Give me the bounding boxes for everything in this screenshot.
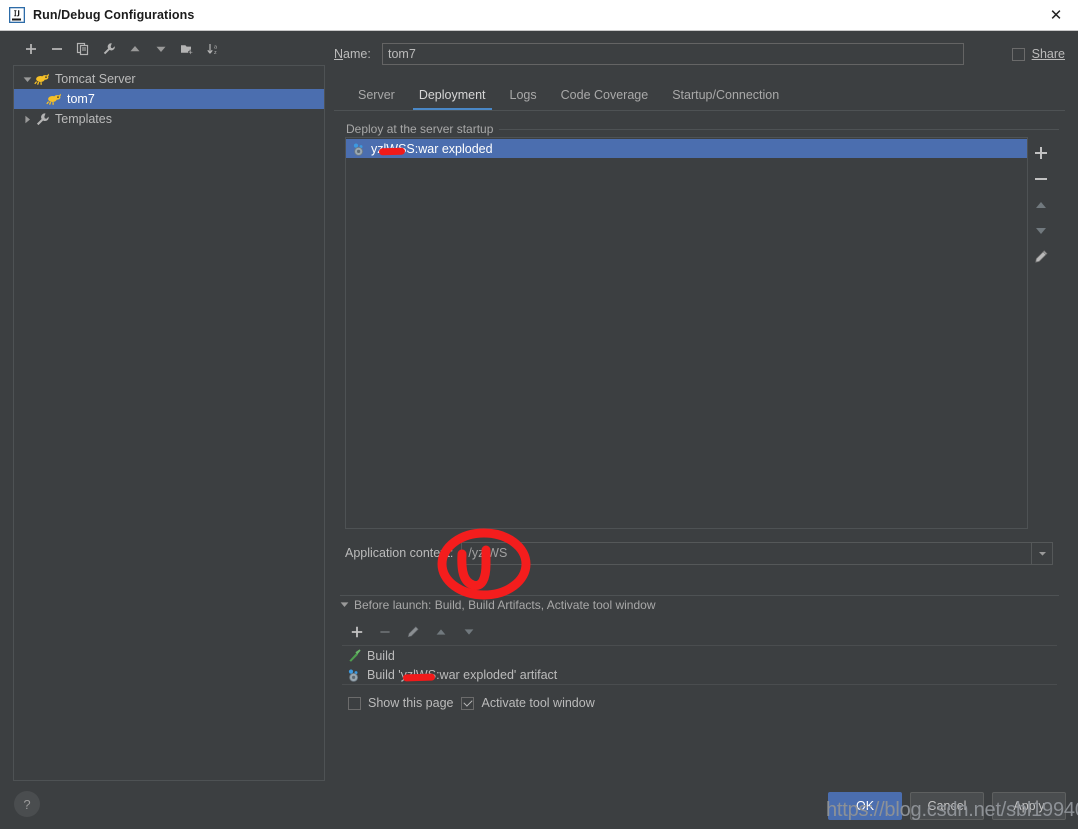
cancel-button[interactable]: Cancel	[910, 792, 984, 820]
share-label: Share	[1031, 47, 1065, 61]
before-launch-toolbar	[334, 619, 1065, 645]
artifact-icon	[351, 141, 367, 157]
before-launch-task-list[interactable]: Build Build ' yzlWS:war exploded' artifac…	[342, 645, 1057, 685]
task-redacted-text: yzlWS	[400, 667, 437, 682]
show-this-page-checkbox-box[interactable]	[348, 696, 361, 710]
deployment-list-area: y zlWS S:war exploded	[345, 137, 1053, 529]
chevron-down-icon[interactable]	[20, 75, 34, 84]
intellij-idea-icon	[8, 6, 26, 24]
ok-button[interactable]: OK	[828, 792, 902, 820]
remove-artifact-button[interactable]	[1030, 168, 1052, 189]
chevron-down-icon[interactable]	[340, 598, 349, 612]
sort-az-icon[interactable]: a z	[200, 38, 226, 60]
tree-item-label: tom7	[67, 92, 95, 106]
remove-task-button[interactable]	[372, 621, 398, 643]
tree-item-tom7[interactable]: tom7	[14, 89, 324, 109]
build-hammer-icon	[346, 648, 362, 664]
configuration-editor-panel: Name: Share Server Deployment Logs Code …	[334, 35, 1065, 783]
deployment-item-redacted-text: zlWS	[377, 141, 407, 156]
show-this-page-checkbox[interactable]: Show this page	[348, 696, 453, 710]
tomcat-icon	[34, 71, 50, 87]
move-task-down-button[interactable]	[456, 621, 482, 643]
activate-tool-window-label: Activate tool window	[481, 696, 595, 710]
window-titlebar: Run/Debug Configurations ✕	[0, 0, 1078, 31]
configurations-panel: a z Tomcat Server tom7 Templates	[13, 35, 325, 783]
task-label: Build	[367, 648, 395, 663]
tab-deployment[interactable]: Deployment	[407, 88, 498, 110]
before-launch-task-artifact[interactable]: Build ' yzlWS:war exploded' artifact	[342, 665, 1057, 684]
dialog-body: a z Tomcat Server tom7 Templates Name: t…	[0, 31, 1078, 829]
tree-item-label: Templates	[55, 112, 112, 126]
name-input[interactable]	[382, 43, 964, 65]
remove-configuration-button[interactable]	[44, 38, 70, 60]
deployment-item-suffix: S:war exploded	[406, 141, 493, 156]
deployment-list-item[interactable]: y zlWS S:war exploded	[346, 139, 1027, 158]
section-divider	[340, 595, 1059, 596]
artifact-icon	[346, 667, 362, 683]
activate-tool-window-checkbox-box[interactable]	[461, 696, 475, 710]
add-configuration-button[interactable]	[18, 38, 44, 60]
chevron-down-icon[interactable]	[1031, 542, 1052, 564]
dialog-buttons: OK Cancel Apply	[828, 792, 1066, 820]
share-checkbox-box[interactable]	[1011, 47, 1025, 61]
edit-task-button[interactable]	[400, 621, 426, 643]
activate-tool-window-checkbox[interactable]: Activate tool window	[461, 696, 595, 710]
move-artifact-down-button[interactable]	[1030, 220, 1052, 241]
close-icon[interactable]: ✕	[1034, 0, 1078, 30]
add-task-button[interactable]	[344, 621, 370, 643]
before-launch-section: Before launch: Build, Build Artifacts, A…	[334, 598, 1065, 716]
name-row: Name: Share	[334, 42, 1065, 66]
tree-item-tomcat-server[interactable]: Tomcat Server	[14, 69, 324, 89]
copy-icon[interactable]	[70, 38, 96, 60]
before-launch-options: Show this page Activate tool window	[334, 690, 1065, 716]
tab-server[interactable]: Server	[346, 88, 407, 110]
before-launch-task-build[interactable]: Build	[342, 646, 1057, 665]
share-checkbox[interactable]: Share	[1011, 47, 1065, 61]
wrench-icon[interactable]	[96, 38, 122, 60]
svg-text:z: z	[214, 50, 217, 56]
window-title: Run/Debug Configurations	[33, 8, 195, 22]
name-label: Name:	[334, 47, 371, 61]
application-context-combobox[interactable]: /yzlWS	[461, 541, 1053, 565]
application-context-label: Application context:	[345, 546, 454, 560]
tree-item-templates[interactable]: Templates	[14, 109, 324, 129]
wrench-icon	[34, 111, 50, 127]
show-this-page-label: Show this page	[368, 696, 454, 710]
pencil-icon[interactable]	[1030, 246, 1052, 267]
tomcat-icon	[46, 91, 62, 107]
arrow-down-icon[interactable]	[148, 38, 174, 60]
application-context-value[interactable]: /yzlWS	[462, 546, 1031, 560]
deployment-tab-panel: Deploy at the server startup y zlWS S:wa…	[334, 110, 1065, 776]
help-button[interactable]: ?	[14, 791, 40, 817]
arrow-up-icon[interactable]	[122, 38, 148, 60]
deployment-list[interactable]: y zlWS S:war exploded	[345, 137, 1028, 529]
deploy-section-header: Deploy at the server startup	[334, 122, 1065, 136]
configurations-toolbar: a z	[13, 35, 325, 63]
add-artifact-button[interactable]	[1030, 142, 1052, 163]
application-context-row: Application context: /yzlWS	[345, 541, 1053, 565]
tree-item-label: Tomcat Server	[55, 72, 136, 86]
before-launch-title: Before launch: Build, Build Artifacts, A…	[354, 598, 656, 612]
editor-tabs[interactable]: Server Deployment Logs Code Coverage Sta…	[334, 79, 1065, 110]
move-artifact-up-button[interactable]	[1030, 194, 1052, 215]
configurations-tree[interactable]: Tomcat Server tom7 Templates	[13, 65, 325, 781]
deploy-section-title: Deploy at the server startup	[346, 122, 494, 136]
chevron-right-icon[interactable]	[20, 115, 34, 124]
task-suffix: :war exploded' artifact	[436, 667, 558, 682]
move-task-up-button[interactable]	[428, 621, 454, 643]
folder-add-icon[interactable]	[174, 38, 200, 60]
apply-button[interactable]: Apply	[992, 792, 1066, 820]
before-launch-header[interactable]: Before launch: Build, Build Artifacts, A…	[334, 598, 1065, 612]
tab-logs[interactable]: Logs	[498, 88, 549, 110]
deployment-side-toolbar	[1028, 137, 1053, 529]
tab-startup-connection[interactable]: Startup/Connection	[660, 88, 791, 110]
section-divider	[499, 128, 1059, 130]
task-prefix: Build '	[367, 667, 401, 682]
tab-code-coverage[interactable]: Code Coverage	[549, 88, 661, 110]
